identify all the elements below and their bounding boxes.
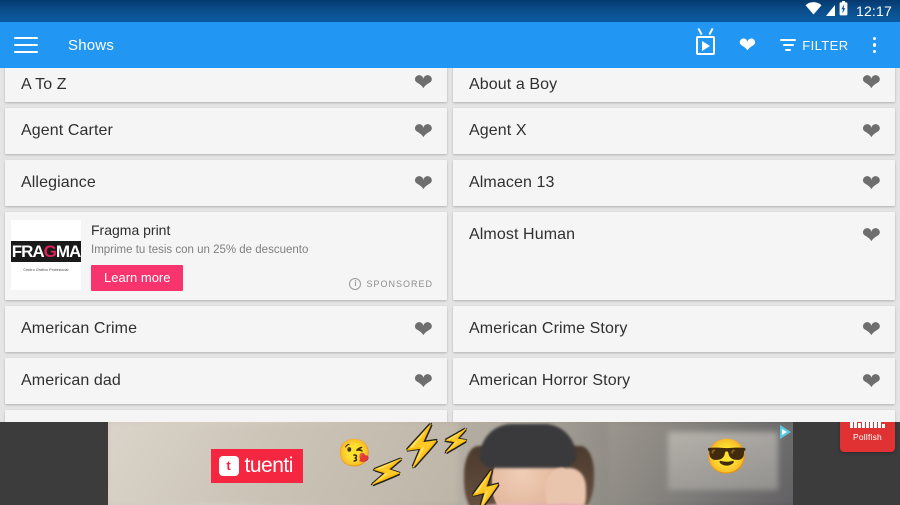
banner-ad-creative[interactable]: 😘 ⚡ ⚡ ⚡ ⚡ 😎 t tuenti: [107, 422, 793, 505]
shows-column-left: A To Z ❤ Agent Carter ❤ Allegiance ❤ FRA…: [5, 68, 447, 430]
favorite-heart-icon[interactable]: ❤: [862, 317, 881, 341]
shows-column-right: About a Boy ❤ Agent X ❤ Almacen 13 ❤ Alm…: [453, 68, 895, 430]
overflow-menu-button[interactable]: [861, 22, 889, 68]
table-row[interactable]: Almost Human ❤: [453, 212, 895, 258]
app-bar-actions: ❤ FILTER: [684, 22, 888, 68]
wifi-icon: [805, 2, 822, 20]
lightning-bolt-icon: ⚡: [438, 425, 473, 458]
show-card[interactable]: Almacen 13 ❤: [453, 160, 895, 206]
table-row[interactable]: A To Z ❤: [5, 68, 447, 102]
pollfish-label: Pollfish: [852, 431, 882, 442]
fragma-logo-icon: FRAGMA: [10, 238, 81, 265]
favorite-heart-icon[interactable]: ❤: [414, 369, 433, 393]
tuenti-brand-text: tuenti: [244, 454, 294, 477]
table-row[interactable]: American dad ❤: [5, 358, 447, 404]
hamburger-menu-icon[interactable]: [14, 34, 40, 56]
adchoices-icon[interactable]: [779, 425, 791, 439]
show-title: American Horror Story: [469, 372, 631, 389]
show-title: Almost Human: [469, 226, 576, 243]
show-card[interactable]: About a Boy ❤: [453, 68, 895, 102]
shows-grid: A To Z ❤ Agent Carter ❤ Allegiance ❤ FRA…: [0, 68, 900, 430]
show-title: Agent Carter: [21, 122, 113, 139]
favorite-heart-icon[interactable]: ❤: [414, 171, 433, 195]
favorite-heart-icon[interactable]: ❤: [862, 119, 881, 143]
show-title: About a Boy: [469, 76, 558, 93]
table-row[interactable]: American Horror Story ❤: [453, 358, 895, 404]
heart-icon: ❤: [738, 33, 757, 57]
table-row[interactable]: Agent Carter ❤: [5, 108, 447, 154]
tv-button[interactable]: [684, 22, 727, 68]
filter-button[interactable]: FILTER: [768, 22, 860, 68]
favorite-heart-icon[interactable]: ❤: [414, 317, 433, 341]
show-card[interactable]: American Horror Story ❤: [453, 358, 895, 404]
show-title: A To Z: [21, 76, 67, 93]
ad-description: Imprime tu tesis con un 25% de descuento: [91, 244, 309, 256]
favorite-heart-icon[interactable]: ❤: [862, 71, 881, 94]
favorite-heart-icon[interactable]: ❤: [414, 119, 433, 143]
learn-more-button[interactable]: Learn more: [91, 265, 184, 291]
table-row[interactable]: Agent X ❤: [453, 108, 895, 154]
tuenti-badge-icon: t: [218, 455, 239, 476]
table-row[interactable]: About a Boy ❤: [453, 68, 895, 102]
show-card[interactable]: Agent X ❤: [453, 108, 895, 154]
app-bar: Shows ❤ FILTER: [0, 22, 900, 68]
ad-title: Fragma print: [91, 222, 171, 238]
favorite-heart-icon[interactable]: ❤: [414, 71, 433, 94]
favorite-heart-icon[interactable]: ❤: [862, 171, 881, 195]
table-row[interactable]: American Crime Story ❤: [453, 306, 895, 352]
show-title: American Crime: [21, 320, 138, 337]
table-row[interactable]: Allegiance ❤: [5, 160, 447, 206]
advertiser-logo-subtitle: Centro Grafico Profesional: [23, 267, 69, 272]
advertiser-logo: FRAGMA Centro Grafico Profesional: [10, 220, 81, 290]
advertiser-logo-text: FRAGMA: [10, 241, 81, 262]
equalizer-bars-icon: [850, 422, 885, 428]
show-title: American dad: [21, 372, 121, 389]
status-icons: 12:17: [805, 1, 892, 21]
signal-icon: [825, 5, 835, 16]
kissing-face-emoji: 😘: [337, 438, 372, 468]
battery-icon: [839, 1, 848, 21]
status-bar: 12:17: [0, 0, 900, 22]
show-card[interactable]: American Crime ❤: [5, 306, 447, 352]
pollfish-badge[interactable]: Pollfish: [840, 422, 895, 452]
native-ad-body: Fragma print Imprime tu tesis con un 25%…: [91, 220, 437, 294]
show-card[interactable]: Agent Carter ❤: [5, 108, 447, 154]
show-title: American Crime Story: [469, 320, 628, 337]
favorite-heart-icon[interactable]: ❤: [862, 369, 881, 393]
show-card[interactable]: Allegiance ❤: [5, 160, 447, 206]
favorite-heart-icon[interactable]: ❤: [862, 223, 881, 247]
native-ad-card[interactable]: FRAGMA Centro Grafico Profesional Fragma…: [5, 212, 447, 300]
sponsored-label: SPONSORED: [366, 279, 433, 289]
show-card[interactable]: American dad ❤: [5, 358, 447, 404]
tv-icon: [695, 27, 715, 55]
shows-list-container[interactable]: A To Z ❤ Agent Carter ❤ Allegiance ❤ FRA…: [0, 68, 900, 505]
sponsored-badge: i SPONSORED: [349, 278, 433, 290]
show-card[interactable]: Almost Human ❤: [453, 212, 895, 300]
show-title: Allegiance: [21, 174, 96, 191]
show-title: Almacen 13: [469, 174, 555, 191]
status-clock: 12:17: [855, 3, 892, 19]
info-circle-icon: i: [349, 278, 362, 290]
filter-label: FILTER: [802, 37, 849, 53]
smiling-face-with-sunglasses-emoji: 😎: [705, 438, 748, 476]
filter-icon: [780, 39, 797, 51]
show-card[interactable]: A To Z ❤: [5, 68, 447, 102]
overflow-menu-icon: [872, 36, 876, 54]
show-card[interactable]: American Crime Story ❤: [453, 306, 895, 352]
favorites-button[interactable]: ❤: [727, 22, 769, 68]
show-title: Agent X: [469, 122, 527, 139]
tuenti-logo[interactable]: t tuenti: [210, 449, 303, 483]
table-row[interactable]: Almacen 13 ❤: [453, 160, 895, 206]
table-row[interactable]: American Crime ❤: [5, 306, 447, 352]
banner-ad[interactable]: 😘 ⚡ ⚡ ⚡ ⚡ 😎 t tuenti Pollfish: [0, 422, 900, 505]
page-title: Shows: [68, 36, 115, 54]
lightning-bolt-icon: ⚡: [461, 467, 510, 505]
